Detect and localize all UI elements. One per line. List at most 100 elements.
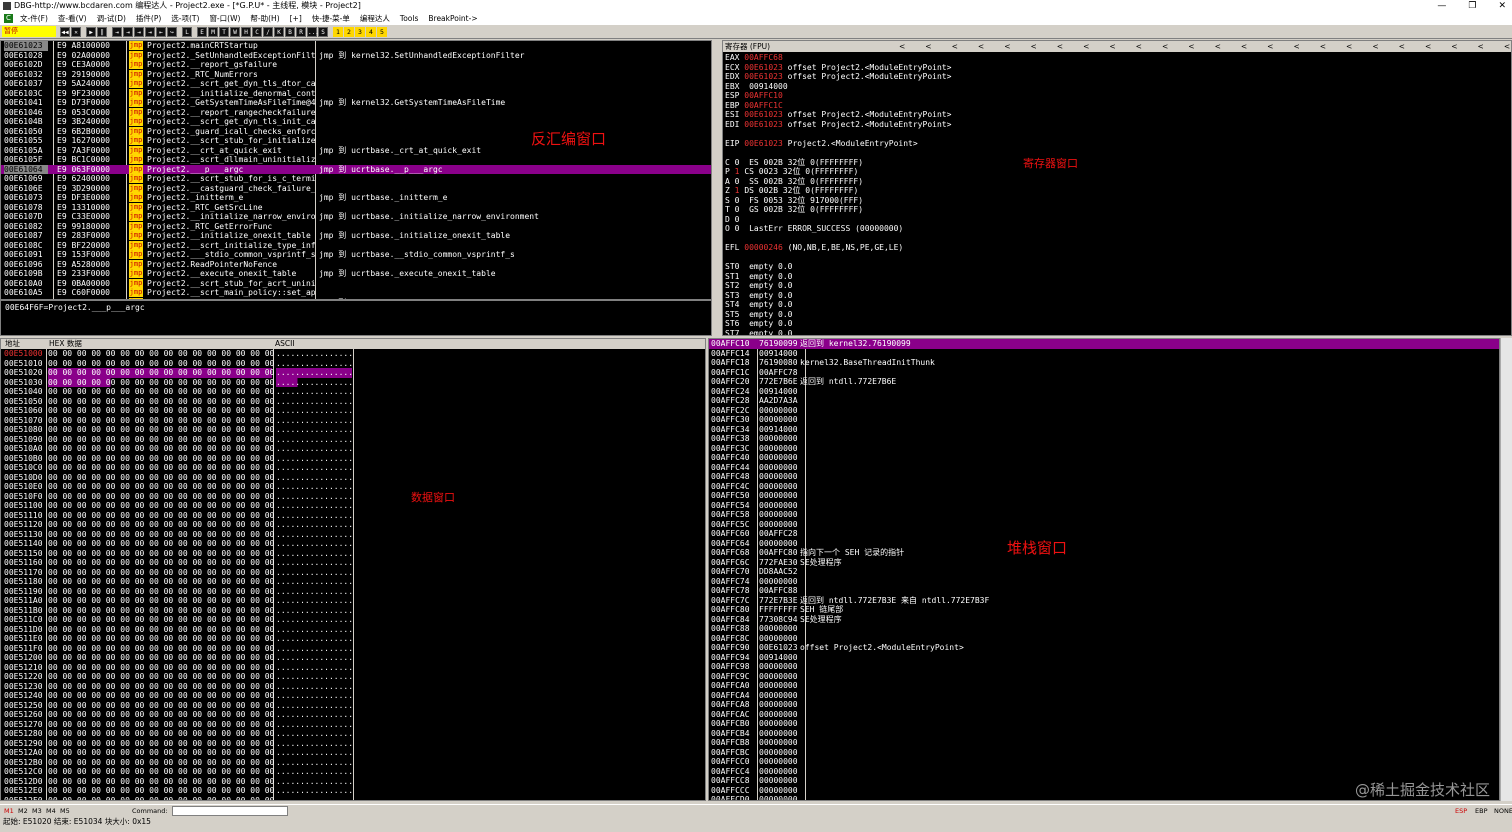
stack-row[interactable]: 00AFFC14 00914000 — [709, 349, 1499, 359]
register-nav-arrow[interactable]: < — [899, 41, 905, 52]
toolbar-button[interactable]: E — [197, 26, 207, 37]
register-line[interactable]: ST7 empty 0.0 — [723, 329, 1511, 336]
menu-item[interactable]: 窗-口(W) — [204, 12, 245, 25]
dump-row[interactable]: 00E510D0 00 00 00 00 00 00 00 00 00 00 00… — [1, 473, 705, 483]
stack-row[interactable]: 00AFFC7C 772E7B3E 返回到 ntdll.772E7B3E 来自 nt… — [709, 596, 1499, 606]
dump-row[interactable]: 00E51250 00 00 00 00 00 00 00 00 00 00 00… — [1, 701, 705, 711]
disasm-row[interactable]: 00E610A0 E9 0BA00000 jmp Project2.__scrt_st… — [1, 278, 711, 289]
dump-row[interactable]: 00E511E0 00 00 00 00 00 00 00 00 00 00 00… — [1, 634, 705, 644]
toolbar-button[interactable]: ↪ — [167, 26, 177, 37]
dump-header-addr[interactable]: 地址 — [5, 339, 20, 349]
register-nav-arrow[interactable]: < — [1241, 41, 1247, 52]
stack-row[interactable]: 00AFFC78 00AFFC88 — [709, 586, 1499, 596]
disasm-row[interactable]: 00E6108C E9 BF220000 jmp Project2.__scrt_in… — [1, 240, 711, 251]
dump-row[interactable]: 00E51110 00 00 00 00 00 00 00 00 00 00 00… — [1, 511, 705, 521]
stack-row[interactable]: 00AFFC84 77308C94 SE处理程序 — [709, 615, 1499, 625]
disasm-row[interactable]: 00E610A5 E9 C60F0000 jmp Project2.__scrt_ma… — [1, 288, 711, 298]
register-line[interactable]: Z 1 DS 002B 32位 0(FFFFFFFF) — [723, 186, 1511, 196]
disasm-row[interactable]: 00E61032 E9 29190000 jmp Project2._RTC_NumE… — [1, 69, 711, 80]
disasm-row[interactable]: 00E61037 E9 5A240000 jmp Project2.__scrt_ge… — [1, 79, 711, 89]
toolbar-button[interactable]: ... — [307, 26, 319, 37]
register-nav-arrow[interactable]: < — [1057, 41, 1063, 52]
disasm-row[interactable]: 00E6109B E9 233F0000 jmp Project2.__execute… — [1, 269, 711, 279]
stack-row[interactable]: 00AFFC50 00000000 — [709, 491, 1499, 501]
dump-pane[interactable]: 地址 HEX 数据 ASCII 00E51000 00 00 00 00 00 0… — [0, 338, 706, 801]
register-line[interactable]: ECX 00E61023 offset Project2.<ModuleEntr… — [723, 63, 1511, 73]
register-line[interactable]: ST3 empty 0.0 — [723, 291, 1511, 301]
dump-row[interactable]: 00E51120 00 00 00 00 00 00 00 00 00 00 00… — [1, 520, 705, 530]
stack-row[interactable]: 00AFFCA0 00000000 — [709, 681, 1499, 691]
toolbar-button[interactable]: ‖ — [97, 26, 107, 37]
dump-row[interactable]: 00E51080 00 00 00 00 00 00 00 00 00 00 00… — [1, 425, 705, 435]
stack-row[interactable]: 00AFFC9C 00000000 — [709, 672, 1499, 682]
stack-row[interactable]: 00AFFC80 FFFFFFFF SEH 链尾部 — [709, 605, 1499, 615]
dump-row[interactable]: 00E510B0 00 00 00 00 00 00 00 00 00 00 00… — [1, 454, 705, 464]
register-line[interactable] — [723, 253, 1511, 263]
disasm-row[interactable]: 00E61096 E9 A5280000 jmp Project2.ReadPoint… — [1, 259, 711, 270]
dump-row[interactable]: 00E51230 00 00 00 00 00 00 00 00 00 00 00… — [1, 682, 705, 692]
dump-row[interactable]: 00E51180 00 00 00 00 00 00 00 00 00 00 00… — [1, 577, 705, 587]
register-nav-arrow[interactable]: < — [1504, 41, 1510, 52]
register-value[interactable]: 00AFFC68 — [744, 53, 783, 62]
register-line[interactable]: ST2 empty 0.0 — [723, 281, 1511, 291]
register-line[interactable]: ST1 empty 0.0 — [723, 272, 1511, 282]
dump-row[interactable]: 00E51100 00 00 00 00 00 00 00 00 00 00 00… — [1, 501, 705, 511]
stack-row[interactable]: 00AFFCC4 00000000 — [709, 767, 1499, 777]
stack-row[interactable]: 00AFFC5C 00000000 — [709, 520, 1499, 530]
register-nav-arrow[interactable]: < — [1478, 41, 1484, 52]
stack-row[interactable]: 00AFFCC0 00000000 — [709, 757, 1499, 767]
register-line[interactable]: ST6 empty 0.0 — [723, 319, 1511, 329]
register-line[interactable]: ST4 empty 0.0 — [723, 300, 1511, 310]
toolbar-button[interactable]: ⇥ — [134, 26, 144, 37]
disasm-row[interactable]: 00E61028 E9 02A00000 jmp Project2._SetUnhan… — [1, 50, 711, 61]
disasm-row[interactable]: 00E61091 E9 153F0000 jmp Project2.___stdio_… — [1, 250, 711, 260]
disasm-row[interactable]: 00E6107D E9 C33E0000 jmp Project2.__initial… — [1, 212, 711, 222]
toolbar-button[interactable]: B — [285, 26, 295, 37]
dump-row[interactable]: 00E511D0 00 00 00 00 00 00 00 00 00 00 00… — [1, 625, 705, 635]
register-value[interactable]: 1 — [735, 167, 740, 176]
stack-row[interactable]: 00AFFC58 00000000 — [709, 510, 1499, 520]
stack-row[interactable]: 00AFFC38 00000000 — [709, 434, 1499, 444]
stack-row[interactable]: 00AFFC18 76190080 kernel32.BaseThreadInitT… — [709, 358, 1499, 368]
menu-item[interactable]: [+] — [285, 12, 307, 25]
dump-header-hex[interactable]: HEX 数据 — [49, 339, 82, 349]
stack-row[interactable]: 00AFFC20 772E7B6E 返回到 ntdll.772E7B6E — [709, 377, 1499, 387]
dump-row[interactable]: 00E512C0 00 00 00 00 00 00 00 00 00 00 00… — [1, 767, 705, 777]
dump-row[interactable]: 00E510E0 00 00 00 00 00 00 00 00 00 00 00… — [1, 482, 705, 492]
dump-row[interactable]: 00E51090 00 00 00 00 00 00 00 00 00 00 00… — [1, 435, 705, 445]
dump-row[interactable]: 00E51000 00 00 00 00 00 00 00 00 00 00 00… — [1, 349, 705, 359]
stack-row[interactable]: 00AFFC88 00000000 — [709, 624, 1499, 634]
register-line[interactable]: EBX 00914000 — [723, 82, 1511, 92]
register-line[interactable]: P 1 CS 0023 32位 0(FFFFFFFF) — [723, 167, 1511, 177]
dump-row[interactable]: 00E51260 00 00 00 00 00 00 00 00 00 00 00… — [1, 710, 705, 720]
toolbar-button[interactable]: / — [263, 26, 273, 37]
stack-row[interactable]: 00AFFCB4 00000000 — [709, 729, 1499, 739]
register-nav-arrow[interactable]: < — [952, 41, 958, 52]
disasm-row[interactable]: 00E61046 E9 053C0000 jmp Project2.__report_… — [1, 107, 711, 118]
toolbar-button[interactable]: S — [318, 26, 328, 37]
register-line[interactable]: EAX 00AFFC68 — [723, 53, 1511, 63]
menu-item[interactable]: 选-项(T) — [166, 12, 204, 25]
menu-item[interactable]: Tools — [395, 12, 423, 25]
stack-row[interactable]: 00AFFC1C 00AFFC78 — [709, 368, 1499, 378]
stack-row[interactable]: 00AFFC98 00000000 — [709, 662, 1499, 672]
menu-item[interactable]: 插件(P) — [131, 12, 166, 25]
toolbar-button[interactable]: L — [182, 26, 192, 37]
dump-row[interactable]: 00E512A0 00 00 00 00 00 00 00 00 00 00 00… — [1, 748, 705, 758]
register-nav-arrow[interactable]: < — [1320, 41, 1326, 52]
maximize-icon[interactable]: ❐ — [1468, 0, 1476, 12]
dump-row[interactable]: 00E51290 00 00 00 00 00 00 00 00 00 00 00… — [1, 739, 705, 749]
register-nav-arrow[interactable]: < — [925, 41, 931, 52]
register-line[interactable]: EBP 00AFFC1C — [723, 101, 1511, 111]
register-value[interactable]: 00E61023 — [744, 110, 783, 119]
stack-row[interactable]: 00AFFC28 AA2D7A3A — [709, 396, 1499, 406]
dump-row[interactable]: 00E510F0 00 00 00 00 00 00 00 00 00 00 00… — [1, 492, 705, 502]
dump-row[interactable]: 00E51060 00 00 00 00 00 00 00 00 00 00 00… — [1, 406, 705, 416]
register-nav-arrow[interactable]: < — [1451, 41, 1457, 52]
dump-row[interactable]: 00E511F0 00 00 00 00 00 00 00 00 00 00 00… — [1, 644, 705, 654]
register-value[interactable]: 00E61023 — [744, 139, 783, 148]
toolbar-button[interactable]: ▶ — [86, 26, 96, 37]
disassembly-pane[interactable]: 00E61023 E9 A8100000 jmp Project2.mainCRTSt… — [0, 40, 712, 300]
stack-row[interactable]: 00AFFC44 00000000 — [709, 463, 1499, 473]
register-line[interactable]: EIP 00E61023 Project2.<ModuleEntryPoint> — [723, 139, 1511, 149]
